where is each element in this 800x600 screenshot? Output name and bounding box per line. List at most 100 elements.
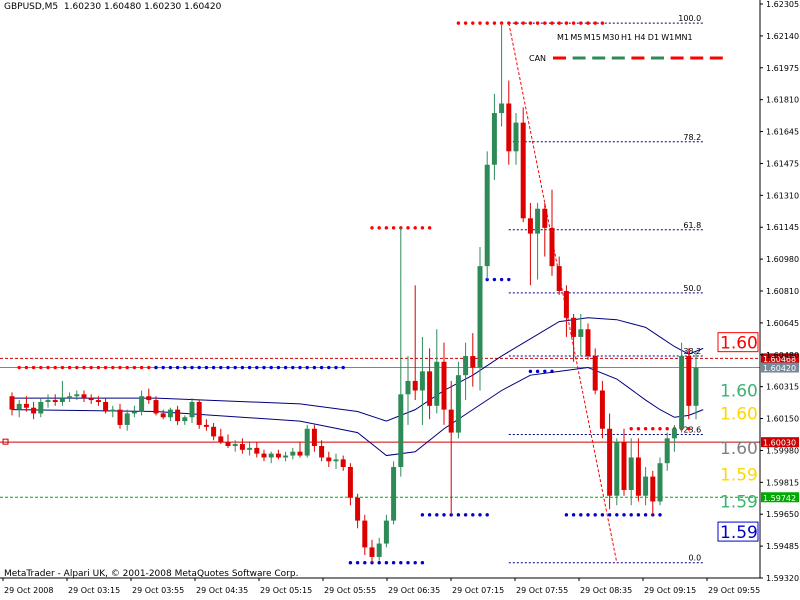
- candle-body: [686, 356, 692, 406]
- sr-dot: [586, 21, 590, 25]
- timeframe-label: M30: [602, 33, 619, 42]
- candle-body: [103, 401, 109, 412]
- pivot-label: 1.59: [720, 492, 758, 512]
- sr-dot: [571, 513, 576, 517]
- candle-body: [369, 547, 375, 557]
- y-tick-label: 1.62140: [766, 32, 799, 41]
- sr-dot: [471, 21, 475, 25]
- candle-body: [362, 520, 368, 548]
- sr-dot: [406, 560, 410, 565]
- sr-dot: [82, 365, 86, 370]
- fibo-level-label: 78.2: [683, 133, 701, 142]
- candle-body: [31, 407, 37, 414]
- sr-dot: [168, 365, 173, 370]
- sr-dot: [132, 365, 137, 370]
- sr-dot: [550, 21, 554, 25]
- sr-dot: [658, 513, 662, 517]
- candle-body: [268, 453, 274, 458]
- candle-body: [131, 411, 137, 414]
- candle-body: [290, 451, 296, 456]
- candle-body: [355, 497, 361, 521]
- fibo-level-label: 38.2: [683, 347, 701, 356]
- y-tick-label: 1.61310: [766, 191, 799, 200]
- price-tag: 1.59742: [763, 494, 796, 503]
- sr-dot: [391, 226, 396, 230]
- fibo-level-label: 50.0: [683, 284, 701, 293]
- candle-body: [563, 291, 569, 318]
- sr-dot: [31, 365, 36, 370]
- sr-dot: [89, 365, 93, 370]
- candle-body: [448, 409, 454, 433]
- sr-dot: [420, 560, 425, 565]
- sr-dot: [312, 365, 317, 370]
- sr-dot: [291, 365, 295, 370]
- candle-body: [9, 396, 15, 410]
- candle-body: [333, 459, 339, 462]
- candle-body: [578, 329, 584, 337]
- candle-body: [635, 457, 641, 496]
- y-tick-label: 1.59980: [766, 446, 799, 455]
- candle-body: [484, 164, 490, 267]
- sr-dot: [658, 427, 662, 431]
- candle-body: [146, 396, 152, 401]
- candle-body: [16, 403, 22, 410]
- fibo-level-label: 23.6: [683, 426, 701, 435]
- x-tick-label: 29 Oct 09:55: [708, 586, 760, 595]
- sr-dot: [643, 513, 648, 517]
- price-tag: 1.60420: [763, 364, 796, 373]
- sr-dot: [579, 21, 583, 25]
- candle-body: [283, 455, 289, 458]
- y-tick-label: 1.59815: [766, 478, 799, 487]
- candle-body: [434, 361, 440, 406]
- candle-body: [261, 453, 267, 458]
- sr-dot: [305, 365, 309, 370]
- candle-body: [67, 396, 73, 399]
- candle-body: [592, 356, 598, 391]
- sr-dot: [175, 365, 180, 370]
- y-tick-label: 1.60480: [766, 351, 799, 360]
- chart-header: GBPUSD,M5 1.60230 1.60480 1.60230 1.6042…: [4, 2, 221, 12]
- candle-body: [160, 413, 166, 418]
- sr-dot: [442, 513, 446, 517]
- sr-dot: [629, 427, 633, 431]
- sr-dot: [60, 365, 65, 370]
- sr-dot: [67, 365, 72, 370]
- candle-body: [88, 398, 94, 401]
- sr-dot: [615, 513, 619, 517]
- x-tick-label: 29 Oct 04:35: [196, 586, 248, 595]
- fibo-level-label: 61.8: [683, 221, 701, 230]
- sr-dot: [651, 427, 655, 431]
- sr-dot: [147, 365, 151, 370]
- sr-dot: [161, 365, 165, 370]
- candle-body: [455, 375, 461, 433]
- sr-dot: [499, 277, 504, 282]
- candle-body: [153, 400, 159, 414]
- sr-dot: [543, 21, 547, 25]
- sr-dot: [600, 21, 605, 25]
- pivot-label: 1.59: [720, 466, 758, 486]
- sr-dot: [211, 365, 216, 370]
- fibo-level-label: 100.0: [678, 14, 701, 23]
- sr-dot: [17, 365, 21, 370]
- sr-dot: [507, 277, 511, 282]
- candle-body: [542, 208, 548, 228]
- sr-dot: [363, 560, 367, 565]
- candle-body: [491, 113, 497, 165]
- candle-body: [470, 356, 476, 368]
- sr-dot: [456, 21, 461, 25]
- candle-body: [196, 401, 202, 425]
- sr-dot: [190, 365, 194, 370]
- y-tick-label: 1.60980: [766, 255, 799, 264]
- candle-body: [139, 396, 145, 412]
- candle-body: [671, 428, 677, 439]
- candle-body: [513, 122, 519, 152]
- sr-dot: [528, 369, 533, 374]
- sr-dot: [348, 560, 353, 565]
- y-tick-label: 1.59320: [766, 574, 799, 583]
- sr-dot: [593, 513, 597, 517]
- sr-dot: [478, 21, 482, 25]
- sr-dot: [240, 365, 245, 370]
- sr-dot: [420, 513, 425, 517]
- price-chart[interactable]: 100.0 78.2 61.8 50.0 38.2 23.6 0.0 1.60 1.60 1.6…: [0, 0, 800, 600]
- sr-dot: [528, 21, 533, 25]
